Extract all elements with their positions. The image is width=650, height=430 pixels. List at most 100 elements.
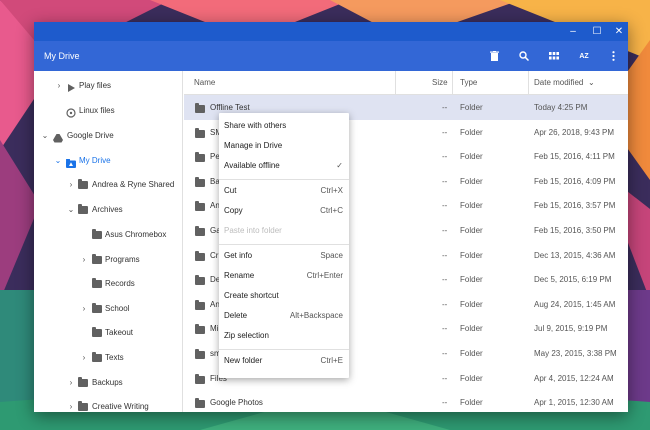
menu-item-zip-selection[interactable]: Zip selection: [219, 326, 349, 346]
file-name: Cr: [210, 250, 219, 260]
file-size: --: [442, 176, 448, 186]
chevron-right-icon[interactable]: ›: [66, 175, 76, 195]
sidebar-item-label: Backups: [92, 378, 123, 387]
trash-icon[interactable]: [485, 47, 503, 65]
folder-icon: [195, 373, 205, 384]
sidebar-item-linux-files[interactable]: Linux files: [34, 101, 183, 121]
sidebar-item-asus-chromebox[interactable]: Asus Chromebox: [34, 225, 183, 245]
maximize-icon[interactable]: ☐: [586, 22, 608, 41]
search-icon[interactable]: [515, 47, 533, 65]
file-date-modified: Apr 26, 2018, 9:43 PM: [534, 127, 615, 137]
menu-item-manage-in-drive[interactable]: Manage in Drive: [219, 136, 349, 156]
folder-icon: [195, 201, 205, 212]
menu-item-delete[interactable]: Delete Alt+Backspace: [219, 306, 349, 326]
menu-item-new-folder[interactable]: New folder Ctrl+E: [219, 351, 349, 371]
file-date-modified: Apr 1, 2015, 12:30 AM: [534, 398, 614, 408]
play-store-icon: [66, 81, 76, 92]
file-type: Folder: [460, 250, 483, 260]
folder-icon: [195, 275, 205, 286]
sidebar-item-programs[interactable]: › Programs: [34, 250, 183, 270]
sidebar-item-label: Google Drive: [67, 131, 114, 140]
chevron-down-icon[interactable]: ⌄: [40, 126, 50, 146]
file-type: Folder: [460, 398, 483, 408]
file-name: Mi: [210, 324, 219, 334]
file-name: Google Photos: [210, 398, 263, 408]
column-header-type[interactable]: Type: [460, 71, 477, 95]
chevron-down-icon[interactable]: ⌄: [66, 200, 76, 220]
chevron-right-icon[interactable]: ›: [79, 348, 89, 368]
sidebar-item-takeout[interactable]: Takeout: [34, 323, 183, 343]
file-size: --: [442, 324, 448, 334]
sidebar-item-label: Play files: [79, 81, 112, 90]
file-size: --: [442, 373, 448, 383]
menu-item-rename[interactable]: Rename Ctrl+Enter: [219, 266, 349, 286]
menu-item-get-info[interactable]: Get info Space: [219, 246, 349, 266]
files-app-window: – ☐ ✕ My Drive AZ › Play files Linux fil…: [34, 22, 628, 412]
chevron-right-icon[interactable]: ›: [66, 373, 76, 393]
folder-icon: [195, 127, 205, 138]
menu-divider: [219, 179, 349, 180]
shared-folder-icon: [78, 179, 88, 190]
file-size: --: [442, 127, 448, 137]
chevron-right-icon[interactable]: ›: [79, 250, 89, 270]
chevron-right-icon[interactable]: ›: [54, 76, 64, 96]
folder-icon: [195, 349, 205, 359]
chevron-down-icon[interactable]: ⌄: [53, 151, 63, 171]
menu-item-cut[interactable]: Cut Ctrl+X: [219, 181, 349, 201]
file-type: Folder: [460, 103, 483, 112]
folder-icon: [92, 229, 102, 240]
file-list-header: Name Size Type Date modified ⌄: [184, 71, 628, 95]
sidebar-item-texts[interactable]: › Texts: [34, 348, 183, 368]
file-date-modified: Dec 5, 2015, 6:19 PM: [534, 275, 612, 285]
column-header-date-modified[interactable]: Date modified: [534, 71, 583, 95]
menu-item-create-shortcut[interactable]: Create shortcut: [219, 286, 349, 306]
menu-item-paste-into-folder: Paste into folder: [224, 226, 282, 235]
file-size: --: [442, 349, 448, 358]
chevron-right-icon[interactable]: ›: [66, 397, 76, 412]
sidebar-item-andrea-ryne-shared[interactable]: › Andrea & Ryne Shared: [34, 175, 183, 195]
sidebar-item-school[interactable]: › School: [34, 299, 183, 319]
menu-divider: [219, 349, 349, 350]
close-icon[interactable]: ✕: [608, 22, 628, 41]
sidebar-item-label: My Drive: [79, 156, 111, 165]
file-date-modified: May 23, 2015, 3:38 PM: [534, 349, 617, 358]
table-row[interactable]: Google Photos -- Folder Apr 1, 2015, 12:30 …: [184, 390, 628, 412]
file-size: --: [442, 226, 448, 235]
folder-icon: [195, 176, 205, 187]
file-type: Folder: [460, 152, 483, 162]
file-size: --: [442, 398, 448, 408]
file-type: Folder: [460, 349, 483, 358]
window-titlebar: – ☐ ✕: [34, 22, 628, 41]
sidebar-item-backups[interactable]: › Backups: [34, 373, 183, 393]
toolbar-title: My Drive: [44, 51, 80, 61]
sidebar-item-records[interactable]: Records: [34, 274, 183, 294]
more-vert-icon[interactable]: [604, 47, 622, 65]
menu-item-available-offline[interactable]: Available offline ✓: [219, 156, 349, 176]
column-divider[interactable]: [452, 71, 453, 95]
sidebar-item-play-files[interactable]: › Play files: [34, 76, 183, 96]
my-drive-icon: [66, 156, 76, 168]
column-header-name[interactable]: Name: [194, 71, 215, 95]
sidebar-item-creative-writing[interactable]: › Creative Writing: [34, 397, 183, 412]
column-divider[interactable]: [528, 71, 529, 95]
sort-descending-icon[interactable]: ⌄: [588, 71, 595, 95]
menu-item-share-with-others[interactable]: Share with others: [219, 116, 349, 136]
file-type: Folder: [460, 275, 483, 285]
sort-az-icon[interactable]: AZ: [575, 47, 593, 65]
chevron-right-icon[interactable]: ›: [79, 299, 89, 319]
folder-icon: [92, 352, 102, 363]
column-divider[interactable]: [395, 71, 396, 95]
grid-view-icon[interactable]: [545, 47, 563, 65]
column-header-size[interactable]: Size: [432, 71, 448, 95]
file-date-modified: Jul 9, 2015, 9:19 PM: [534, 324, 608, 334]
sidebar-item-my-drive[interactable]: ⌄ My Drive: [34, 151, 183, 171]
minimize-icon[interactable]: –: [562, 22, 584, 41]
file-type: Folder: [460, 373, 483, 383]
file-date-modified: Feb 15, 2016, 3:50 PM: [534, 226, 616, 235]
sidebar-item-google-drive[interactable]: ⌄ Google Drive: [34, 126, 183, 146]
sidebar-item-archives[interactable]: ⌄ Archives: [34, 200, 183, 220]
folder-icon: [195, 299, 205, 310]
sidebar-item-label: Programs: [105, 255, 140, 264]
menu-item-copy[interactable]: Copy Ctrl+C: [219, 201, 349, 221]
sidebar-item-label: Texts: [105, 353, 124, 362]
